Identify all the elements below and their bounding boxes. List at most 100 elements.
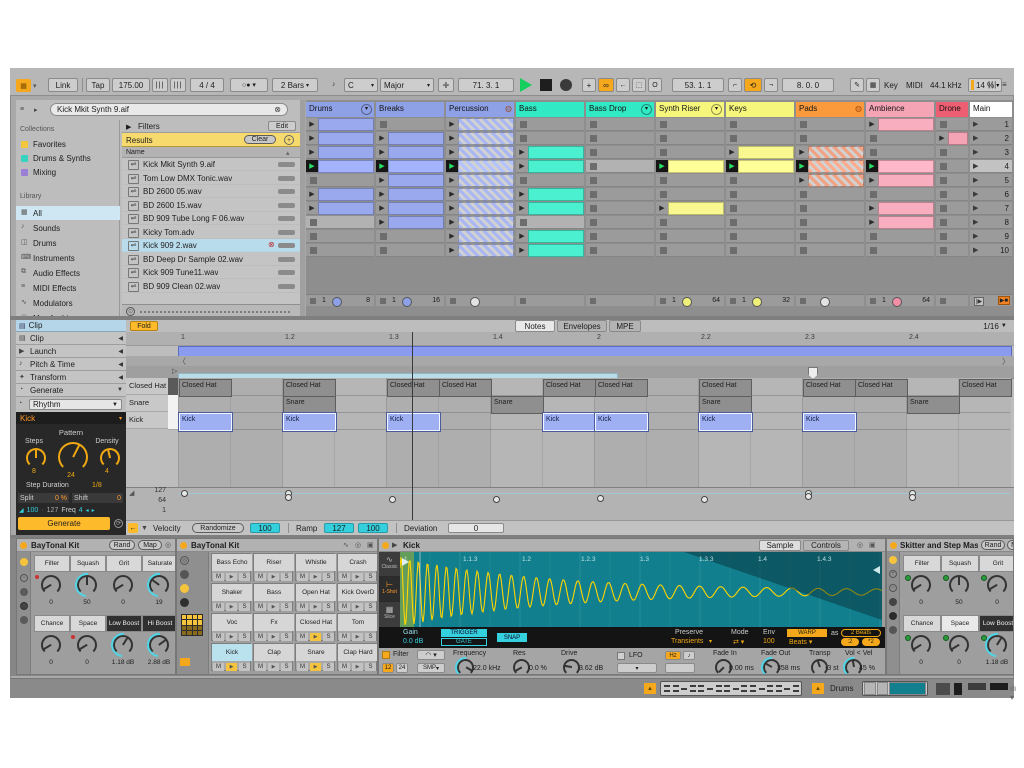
clip-body[interactable] [318, 146, 374, 159]
clip-stop-slot[interactable] [376, 244, 444, 257]
gain-value[interactable]: 0.0 dB [403, 638, 423, 645]
scene-launch-icon[interactable]: ▶ [973, 190, 978, 198]
clip-play-button[interactable]: ▶ [936, 132, 948, 144]
automation-arm-button[interactable]: + [582, 78, 596, 92]
clip-slot[interactable]: ▶ [446, 174, 514, 187]
velocity-marker[interactable] [909, 494, 916, 501]
section-transform[interactable]: ✦Transform◀ [16, 371, 126, 384]
note[interactable]: Closed Hat [283, 379, 336, 397]
tab-classic[interactable]: ∿Classic [379, 552, 400, 577]
clip-stop-slot[interactable] [656, 146, 724, 159]
rack-icon-2[interactable] [20, 602, 28, 610]
stop-button[interactable] [940, 121, 947, 128]
drum-pad-whistle[interactable]: WhistleM▶S [295, 553, 335, 581]
key-indicator[interactable] [168, 378, 178, 396]
macro-label[interactable]: Space [941, 615, 979, 632]
note[interactable]: Closed Hat [595, 379, 648, 397]
clip-slot[interactable]: ▶ [936, 132, 968, 145]
clip-stop-slot[interactable] [306, 244, 374, 257]
scene-row[interactable]: ▶5 [970, 174, 1012, 187]
smp-menu[interactable]: SMP ▾ [417, 663, 445, 673]
clip-play-button[interactable]: ▶ [446, 132, 458, 144]
arrangement-position-field[interactable]: 71. 3. 1 [458, 78, 514, 92]
pad-mute-button[interactable]: M [339, 633, 350, 641]
track-header[interactable]: Pads◍ [796, 102, 864, 117]
stop-button[interactable] [660, 177, 667, 184]
clip-quantize-block-2[interactable] [954, 683, 962, 695]
pad-label[interactable]: Clap Hard [338, 644, 378, 661]
clip-slot[interactable]: ▶ [796, 146, 864, 159]
stop-button[interactable] [660, 121, 667, 128]
clip-play-button[interactable]: ▶ [376, 174, 388, 186]
pad-solo-button[interactable]: S [323, 573, 334, 581]
scene-launch-icon[interactable]: ▶ [973, 204, 978, 212]
clip-stop-all-button[interactable] [660, 298, 666, 304]
stop-button[interactable] [940, 233, 947, 240]
generator-type-menu[interactable]: Rhythm▼ [29, 399, 122, 410]
sidebar-item-modulators[interactable]: ∿Modulators [16, 296, 120, 310]
browser-collapse-icon[interactable]: ≡ [20, 106, 24, 113]
back-to-arrangement-icon[interactable]: |▶ [974, 297, 984, 306]
macro-variation-icon[interactable] [889, 556, 897, 564]
clip-stop-slot[interactable] [796, 132, 864, 145]
pad-play-button[interactable]: ▶ [226, 603, 237, 611]
controls-tab-button[interactable]: Controls [803, 540, 849, 551]
note-row-label[interactable]: Snare [126, 395, 168, 412]
playing-clip-button[interactable]: ▶ [796, 160, 808, 172]
clip-stop-slot[interactable] [936, 230, 968, 243]
clip-stop-slot[interactable] [656, 118, 724, 131]
drum-pad-tom[interactable]: TomM▶S [337, 613, 377, 641]
pad-play-button[interactable]: ▶ [268, 663, 279, 671]
macro-label[interactable]: Hi Boost [142, 615, 176, 632]
scene-launch-icon[interactable]: ▶ [973, 134, 978, 142]
clip-body[interactable] [458, 188, 514, 201]
clip-slot[interactable]: ▶ [656, 202, 724, 215]
clip-play-button[interactable]: ▶ [656, 202, 668, 214]
stop-button[interactable] [940, 219, 947, 226]
clip-body[interactable] [668, 160, 724, 173]
pencil-mode-button[interactable]: ✎ [850, 78, 864, 92]
clip-body[interactable] [738, 160, 794, 173]
step-duration-value[interactable]: 1/8 [92, 482, 102, 489]
res-knob[interactable] [513, 659, 530, 675]
warp-as-button[interactable]: 2 Beats [841, 629, 881, 637]
clip-play-button[interactable]: ▶ [306, 188, 318, 200]
rack-icon-2[interactable] [889, 612, 897, 620]
stop-button[interactable] [730, 121, 737, 128]
env-value[interactable]: 100 [763, 638, 775, 645]
hot-swap-icon[interactable]: ◎ [857, 541, 863, 549]
drum-pad-open-hat[interactable]: Open HatM▶S [295, 583, 335, 611]
playing-clip-button[interactable]: ▶ [726, 160, 738, 172]
note[interactable]: Closed Hat [855, 379, 908, 397]
clip-stop-slot[interactable] [866, 188, 934, 201]
remove-macro-icon[interactable]: − [889, 584, 897, 592]
name-column-header[interactable]: Name ▴ [122, 147, 300, 158]
clip-stop-all-button[interactable] [380, 298, 386, 304]
device-on-toggle[interactable] [20, 542, 27, 549]
note-kick[interactable]: Kick [595, 413, 648, 431]
preview-waveform[interactable] [140, 311, 290, 313]
clip-body[interactable] [388, 202, 444, 215]
drum-pad-clap-hard[interactable]: Clap HardM▶S [337, 643, 377, 671]
clip-slot[interactable]: ▶ [446, 188, 514, 201]
key-root-menu[interactable]: C▾ [344, 78, 378, 92]
stop-button[interactable] [660, 191, 667, 198]
stop-button[interactable] [660, 135, 667, 142]
clip-body[interactable] [878, 202, 934, 215]
clip-stop-slot[interactable] [726, 188, 794, 201]
clip-stop-slot[interactable] [866, 132, 934, 145]
note[interactable]: Closed Hat [959, 379, 1012, 397]
track-freeze-icon[interactable]: ◍ [505, 104, 512, 113]
nudge-down-button[interactable]: ||| [152, 78, 168, 92]
pad-mute-button[interactable]: M [255, 603, 266, 611]
velocity-low-value[interactable]: 100 [27, 507, 39, 514]
sample-tab-button[interactable]: Sample [759, 540, 801, 551]
track-header[interactable]: Drone [936, 102, 968, 117]
clip-body[interactable] [668, 202, 724, 215]
stop-button[interactable] [730, 177, 737, 184]
note-row-label[interactable]: Kick [126, 412, 168, 429]
device-title-bar[interactable]: BayTonal Kit Rand Map ◎ [17, 539, 176, 552]
browser-forward-icon[interactable]: ▸ [34, 106, 38, 114]
scene-row[interactable]: ▶4 [970, 160, 1012, 173]
sidebar-item-midi-effects[interactable]: ≡MIDI Effects [16, 281, 120, 295]
